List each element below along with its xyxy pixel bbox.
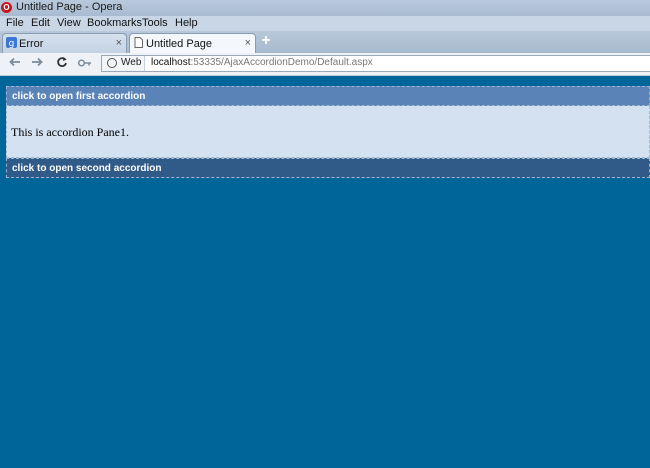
opera-logo-icon: O — [1, 2, 12, 13]
address-bar[interactable]: Web localhost:53335/AjaxAccordionDemo/De… — [101, 55, 650, 72]
document-icon — [133, 37, 144, 48]
page-icon: g — [6, 37, 17, 49]
accordion-pane-1: This is accordion Pane1. — [6, 106, 650, 158]
menu-edit[interactable]: Edit — [31, 17, 50, 29]
tab-label: Untitled Page — [146, 38, 213, 50]
new-tab-button[interactable]: + — [259, 33, 273, 49]
menu-help[interactable]: Help — [175, 17, 198, 29]
accordion-header-first[interactable]: click to open first accordion — [6, 86, 650, 106]
tab-strip: g Error × Untitled Page × — [0, 31, 650, 54]
window-title: Untitled Page - Opera — [16, 1, 123, 13]
close-icon[interactable]: × — [116, 37, 122, 49]
web-label: Web — [121, 57, 142, 68]
page-content: click to open first accordion This is ac… — [0, 76, 650, 468]
tab-label: Error — [19, 38, 44, 50]
menu-bar: File Edit View Bookmarks Tools Help — [0, 16, 650, 31]
menu-view[interactable]: View — [57, 17, 81, 29]
menu-bookmarks[interactable]: Bookmarks — [87, 17, 142, 29]
menu-file[interactable]: File — [6, 17, 24, 29]
forward-icon[interactable] — [29, 56, 45, 72]
reload-icon[interactable] — [54, 56, 70, 72]
title-bar: O Untitled Page - Opera — [0, 0, 650, 16]
tab-untitled-page[interactable]: Untitled Page × — [129, 33, 256, 54]
key-icon[interactable] — [77, 56, 93, 72]
close-icon[interactable]: × — [245, 37, 251, 49]
navigation-toolbar: Web localhost:53335/AjaxAccordionDemo/De… — [0, 53, 650, 76]
url-text[interactable]: localhost:53335/AjaxAccordionDemo/Defaul… — [151, 57, 373, 68]
svg-text:g: g — [9, 39, 15, 48]
menu-tools[interactable]: Tools — [142, 17, 168, 29]
url-host: localhost — [151, 57, 191, 68]
pane-text: This is accordion Pane1. — [11, 125, 129, 139]
web-badge[interactable]: Web — [102, 56, 145, 71]
globe-icon — [107, 58, 117, 68]
tab-error[interactable]: g Error × — [2, 33, 127, 53]
accordion-header-second[interactable]: click to open second accordion — [6, 158, 650, 178]
back-icon[interactable] — [7, 56, 23, 72]
url-path: :53335/AjaxAccordionDemo/Default.aspx — [190, 57, 373, 68]
